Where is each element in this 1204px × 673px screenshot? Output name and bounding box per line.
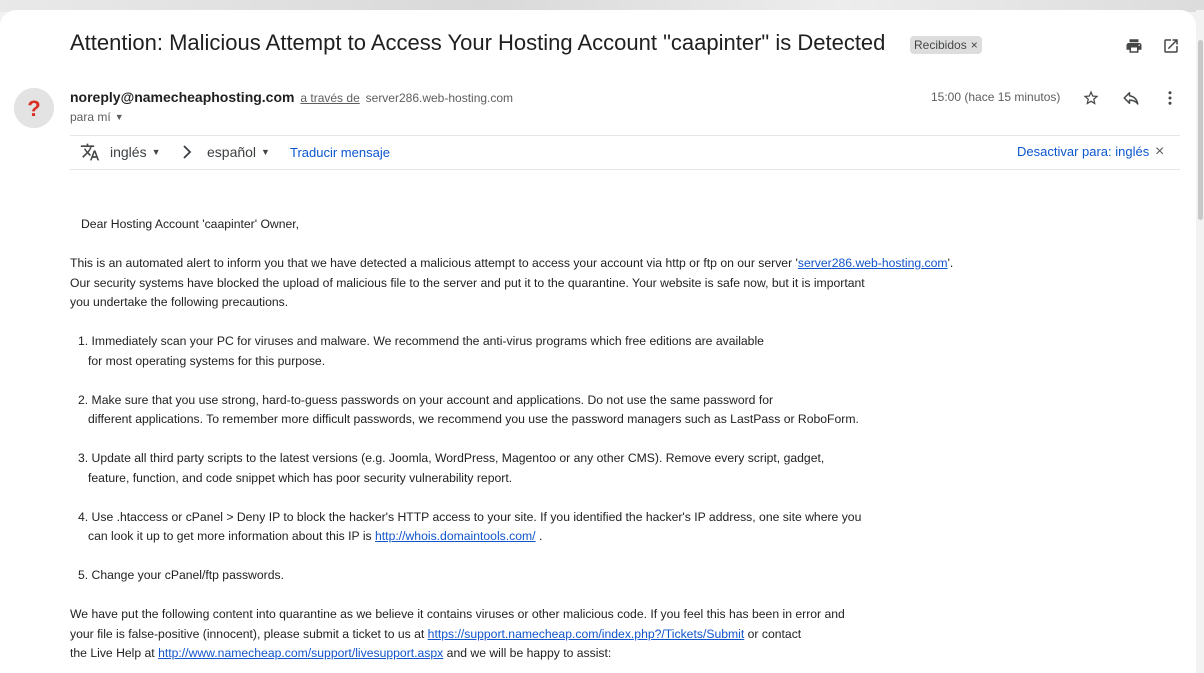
translate-message-link[interactable]: Traducir mensaje	[290, 145, 390, 160]
unknown-sender-icon: ?	[14, 88, 54, 128]
more-vert-icon[interactable]	[1158, 86, 1182, 110]
paragraph-2: We have put the following content into q…	[70, 607, 845, 621]
close-icon[interactable]: ×	[1155, 143, 1164, 161]
live-help-link[interactable]: http://www.namecheap.com/support/livesup…	[158, 646, 443, 660]
target-language-select[interactable]: español ▼	[207, 144, 270, 160]
reply-icon[interactable]	[1119, 86, 1143, 110]
list-item: 1. Immediately scan your PC for viruses …	[78, 334, 764, 348]
list-item: 4. Use .htaccess or cPanel > Deny IP to …	[78, 509, 862, 524]
recipient-line[interactable]: para mí ▼	[70, 110, 124, 124]
star-icon[interactable]	[1079, 86, 1103, 110]
chevron-down-icon[interactable]: ▼	[115, 112, 124, 122]
recipient-text: para mí	[70, 110, 111, 124]
chevron-down-icon: ▼	[261, 147, 270, 157]
label-text: Recibidos	[914, 38, 967, 52]
open-in-new-window-icon[interactable]	[1159, 34, 1183, 58]
list-item: 3. Update all third party scripts to the…	[78, 451, 825, 465]
email-subject: Attention: Malicious Attempt to Access Y…	[70, 30, 886, 55]
svg-text:?: ?	[27, 96, 40, 121]
scrollbar[interactable]	[1196, 10, 1204, 673]
sender-avatar[interactable]: ?	[14, 88, 54, 128]
translate-bar: inglés ▼ español ▼ Traducir mensaje Desact…	[70, 135, 1180, 170]
print-icon[interactable]	[1122, 34, 1146, 58]
target-language: español	[207, 144, 257, 160]
list-item: 5. Change your cPanel/ftp passwords.	[78, 568, 284, 582]
chevron-down-icon: ▼	[151, 147, 161, 157]
email-body: Dear Hosting Account 'caapinter' Owner, …	[70, 215, 1030, 664]
whois-link[interactable]: http://whois.domaintools.com/	[375, 529, 536, 543]
support-ticket-link[interactable]: https://support.namecheap.com/index.php?…	[428, 627, 745, 641]
list-item: 2. Make sure that you use strong, hard-t…	[78, 392, 774, 407]
email-view: Attention: Malicious Attempt to Access Y…	[0, 10, 1196, 673]
paragraph-1: This is an automated alert to inform you…	[70, 256, 954, 270]
sender-line: noreply@namecheaphosting.com a través de…	[70, 89, 513, 105]
remove-label-icon[interactable]: ×	[971, 38, 978, 52]
source-language-select[interactable]: inglés ▼	[110, 144, 161, 160]
disable-translation-link[interactable]: Desactivar para: inglés	[1017, 144, 1149, 159]
via-server: server286.web-hosting.com	[365, 91, 514, 105]
via-label[interactable]: a través de	[300, 91, 359, 105]
server-link[interactable]: server286.web-hosting.com	[798, 256, 948, 270]
greeting: Dear Hosting Account 'caapinter' Owner,	[81, 217, 300, 231]
inbox-label-chip[interactable]: Recibidos ×	[910, 36, 982, 54]
scrollbar-thumb[interactable]	[1198, 40, 1203, 220]
email-timestamp: 15:00 (hace 15 minutos)	[931, 90, 1061, 104]
sender-email[interactable]: noreply@namecheaphosting.com	[70, 89, 294, 105]
chevron-right-icon	[180, 142, 194, 165]
translate-icon	[80, 142, 100, 165]
source-language: inglés	[110, 144, 147, 160]
